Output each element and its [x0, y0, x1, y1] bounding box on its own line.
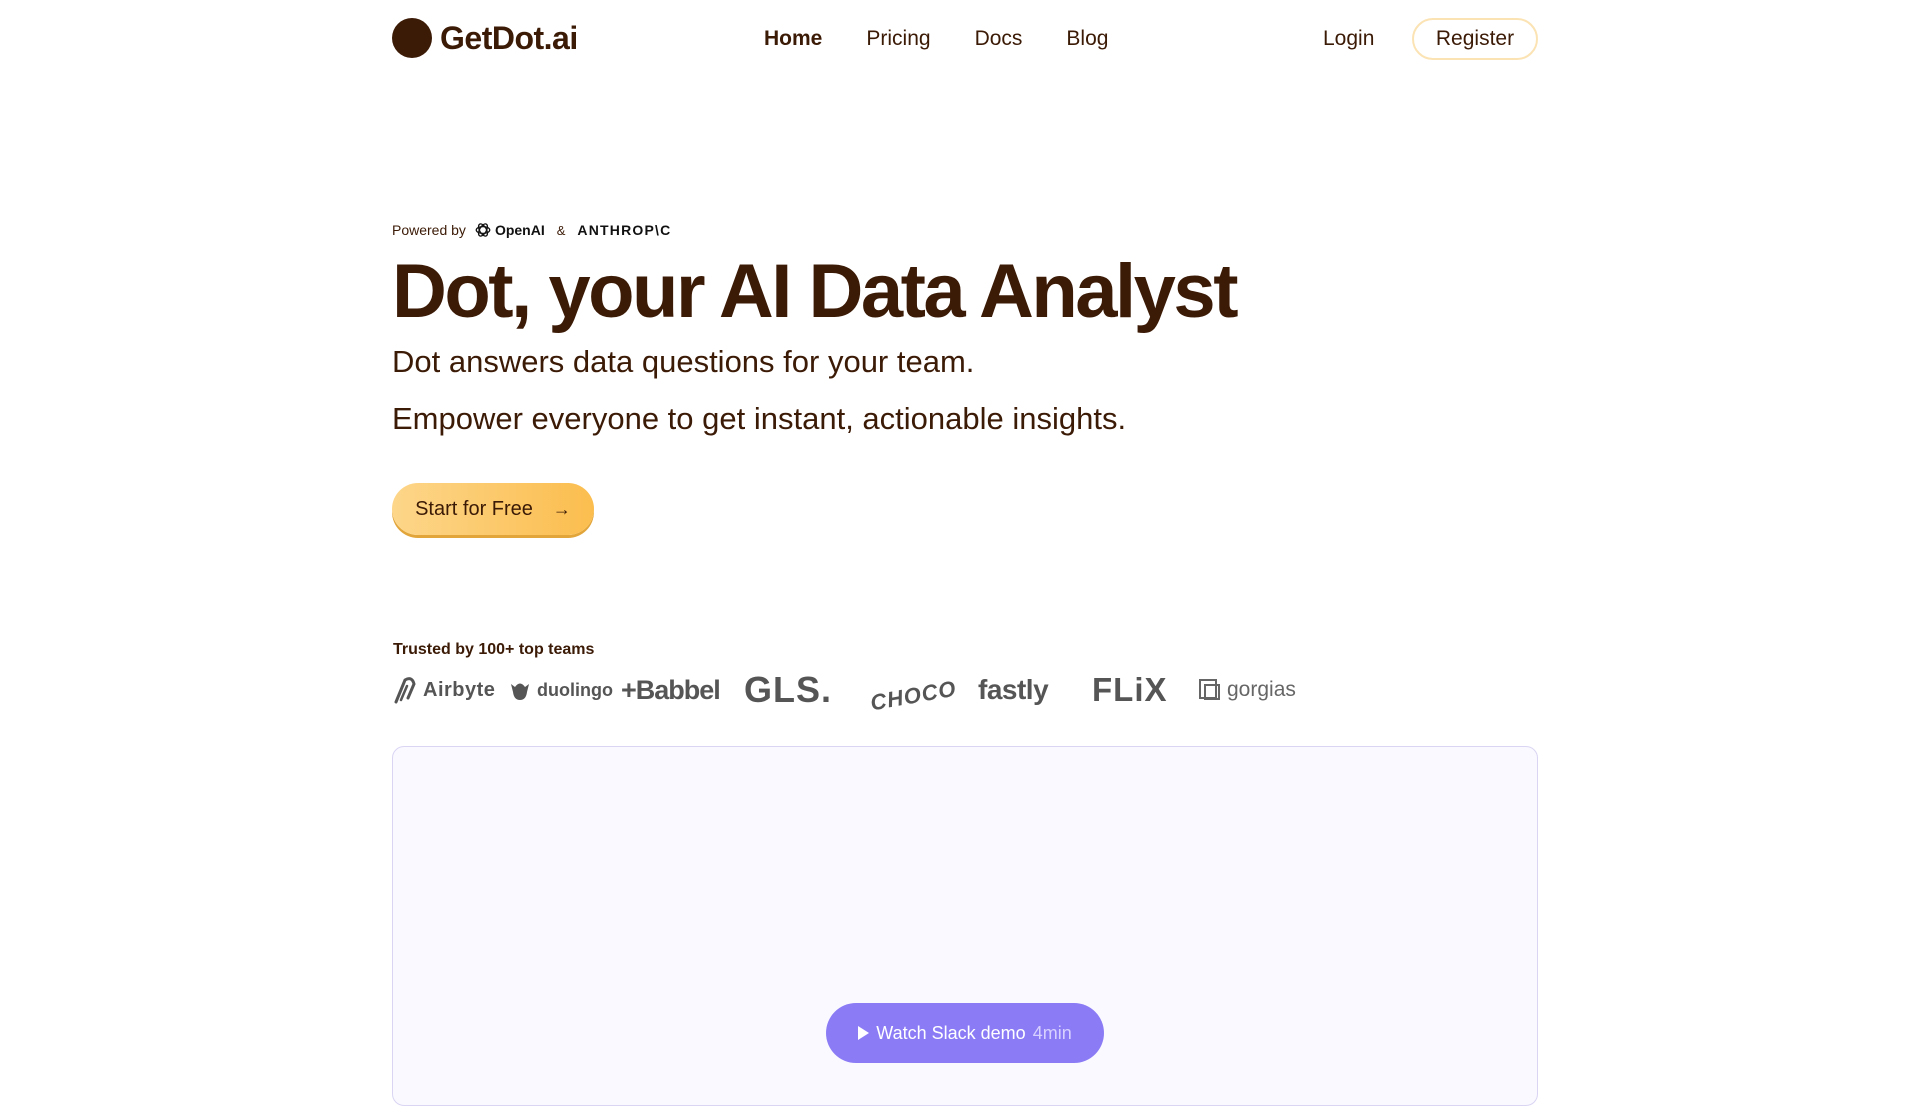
hero-title: Dot, your AI Data Analyst: [392, 249, 1239, 334]
openai-wordmark: OpenAI: [494, 222, 545, 238]
fastly-logo: fastly: [978, 674, 1049, 705]
hero-subtitle-2: Empower everyone to get instant, actiona…: [392, 401, 1127, 436]
cta-label: Start for Free: [415, 497, 533, 520]
anthropic-wordmark: ANTHROP\C: [577, 222, 672, 238]
powered-by-label: Powered by: [392, 222, 466, 238]
openai-knot-icon: [475, 223, 491, 237]
login-link[interactable]: Login: [1323, 27, 1374, 51]
gls-logo: GLS.: [744, 669, 833, 710]
powered-by-row: Powered by OpenAI & ANTHROP\C: [392, 221, 671, 239]
gorgias-logo: gorgias: [1198, 668, 1296, 712]
airbyte-logo: Airbyte: [392, 668, 495, 712]
ampersand: &: [556, 222, 566, 238]
duolingo-logo: duolingo: [508, 668, 613, 712]
nav-links: Home Pricing Docs Blog: [764, 27, 1108, 51]
play-icon: [858, 1026, 870, 1040]
nav-link-pricing[interactable]: Pricing: [866, 27, 930, 51]
register-button[interactable]: Register: [1412, 18, 1538, 60]
airbyte-mark-icon: [394, 677, 416, 704]
nav-link-blog[interactable]: Blog: [1066, 27, 1108, 51]
openai-logo: OpenAI: [474, 221, 545, 239]
brand-logo-link[interactable]: GetDot.ai: [392, 18, 578, 58]
nav-link-home[interactable]: Home: [764, 27, 822, 51]
nav-link-docs[interactable]: Docs: [975, 27, 1023, 51]
babbel-logo: +Babbel: [621, 674, 721, 705]
trusted-by-label: Trusted by 100+ top teams: [393, 641, 595, 658]
brand-dot-icon: [392, 18, 432, 58]
customer-logos: Airbyte duolingo +Babbel GLS. CHOCO fast…: [392, 668, 1312, 715]
duolingo-owl-icon: [511, 683, 529, 700]
arrow-right-icon: →: [552, 498, 571, 519]
gorgias-mark-icon: [1199, 679, 1220, 700]
demo-button-label: Watch Slack demo: [876, 1022, 1026, 1043]
hero-subtitle-1: Dot answers data questions for your team…: [392, 344, 975, 379]
start-for-free-button[interactable]: Start for Free →: [392, 483, 594, 535]
watch-slack-demo-button[interactable]: Watch Slack demo 4min: [826, 1003, 1104, 1063]
brand-name: GetDot.ai: [440, 19, 578, 56]
flix-logo: FLiX: [1092, 671, 1168, 708]
demo-duration: 4min: [1032, 1022, 1072, 1043]
top-nav: GetDot.ai Home Pricing Docs Blog Login R…: [0, 0, 1920, 80]
choco-logo: CHOCO: [868, 675, 959, 716]
